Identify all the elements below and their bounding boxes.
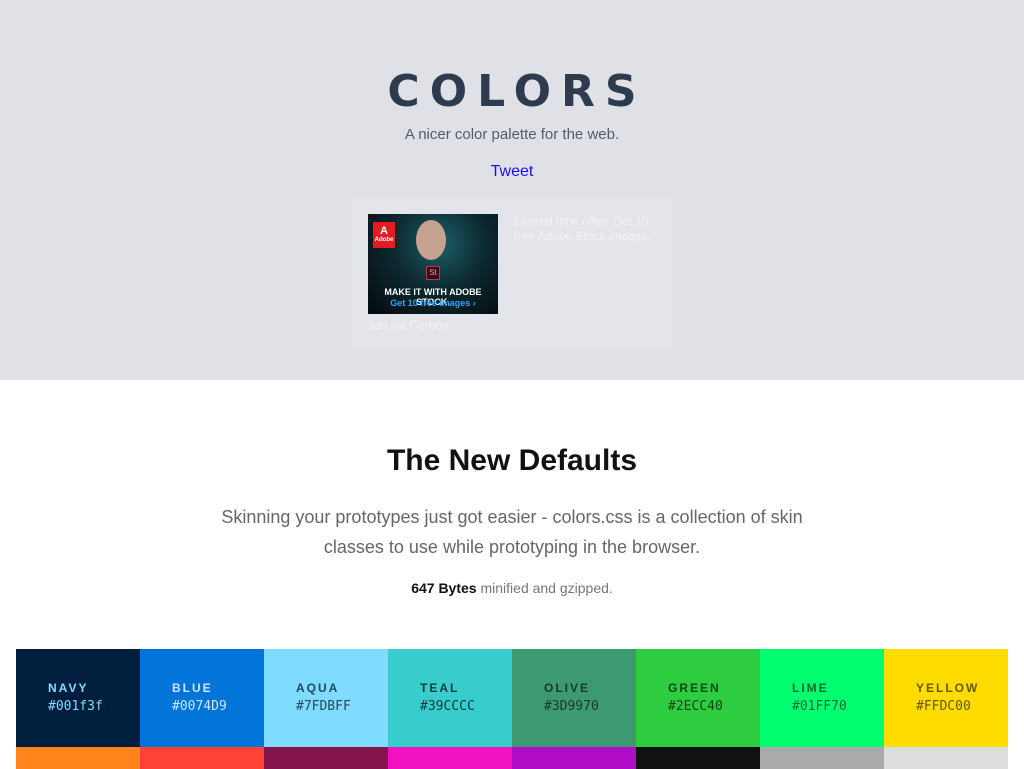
ad-text-link[interactable]: Limited time offer: Get 10 free Adobe St… xyxy=(514,214,654,244)
swatch-name: BLUE xyxy=(172,681,213,695)
size-description: minified and gzipped. xyxy=(476,580,613,596)
size-bytes: 647 Bytes xyxy=(411,580,477,596)
swatch-maroon[interactable] xyxy=(264,747,388,769)
ad-image[interactable]: A Adobe St MAKE IT WITH ADOBE STOCK. Get… xyxy=(368,214,498,314)
swatch-gray[interactable] xyxy=(760,747,884,769)
swatch-aqua[interactable]: AQUA #7FDBFF xyxy=(264,649,388,747)
adobe-logo-text: Adobe xyxy=(374,237,394,243)
swatch-hex: #FFDC00 xyxy=(916,699,971,714)
swatch-lime[interactable]: LIME #01FF70 xyxy=(760,649,884,747)
site-logo: COLORS xyxy=(387,66,647,117)
swatch-green[interactable]: GREEN #2ECC40 xyxy=(636,649,760,747)
swatch-yellow[interactable]: YELLOW #FFDC00 xyxy=(884,649,1008,747)
ad-cta: Get 10 free images › xyxy=(390,298,476,308)
tweet-link[interactable]: Tweet xyxy=(0,163,1024,181)
adobe-logo-letter: A xyxy=(380,225,388,237)
section-title: The New Defaults xyxy=(386,444,638,477)
carbon-ad[interactable]: A Adobe St MAKE IT WITH ADOBE STOCK. Get… xyxy=(352,198,672,348)
swatch-hex: #39CCCC xyxy=(420,699,475,714)
stock-product-icon: St xyxy=(426,266,440,280)
swatch-name: AQUA xyxy=(296,681,340,695)
swatch-name: NAVY xyxy=(48,681,89,695)
swatch-name: GREEN xyxy=(668,681,721,695)
swatch-teal[interactable]: TEAL #39CCCC xyxy=(388,649,512,747)
swatch-hex: #0074D9 xyxy=(172,699,227,714)
lead-paragraph: Skinning your prototypes just got easier… xyxy=(221,507,803,557)
swatch-name: LIME xyxy=(792,681,829,695)
swatch-name: OLIVE xyxy=(544,681,591,695)
swatch-fuchsia[interactable] xyxy=(388,747,512,769)
swatch-blue[interactable]: BLUE #0074D9 xyxy=(140,649,264,747)
ad-portrait xyxy=(416,220,446,260)
color-swatches: NAVY #001f3f BLUE #0074D9 AQUA #7FDBFF TEAL… xyxy=(16,649,1008,769)
swatch-purple[interactable] xyxy=(512,747,636,769)
swatch-hex: #3D9970 xyxy=(544,699,599,714)
swatch-olive[interactable]: OLIVE #3D9970 xyxy=(512,649,636,747)
swatch-hex: #2ECC40 xyxy=(668,699,723,714)
swatch-name: TEAL xyxy=(420,681,460,695)
hero-section: COLORS A nicer color palette for the web… xyxy=(0,0,1024,380)
swatch-navy[interactable]: NAVY #001f3f xyxy=(16,649,140,747)
tagline: A nicer color palette for the web. xyxy=(404,126,620,143)
size-info: 647 Bytes minified and gzipped. xyxy=(0,580,1024,596)
swatch-black[interactable] xyxy=(636,747,760,769)
adobe-logo-icon: A Adobe xyxy=(373,222,395,248)
swatch-red[interactable] xyxy=(140,747,264,769)
swatch-hex: #7FDBFF xyxy=(296,699,351,714)
carbon-attribution-link[interactable]: ads via Carbon xyxy=(368,318,449,332)
swatch-silver[interactable] xyxy=(884,747,1008,769)
swatch-orange[interactable] xyxy=(16,747,140,769)
swatch-hex: #001f3f xyxy=(48,699,103,714)
swatch-hex: #01FF70 xyxy=(792,699,847,714)
swatch-name: YELLOW xyxy=(916,681,980,695)
